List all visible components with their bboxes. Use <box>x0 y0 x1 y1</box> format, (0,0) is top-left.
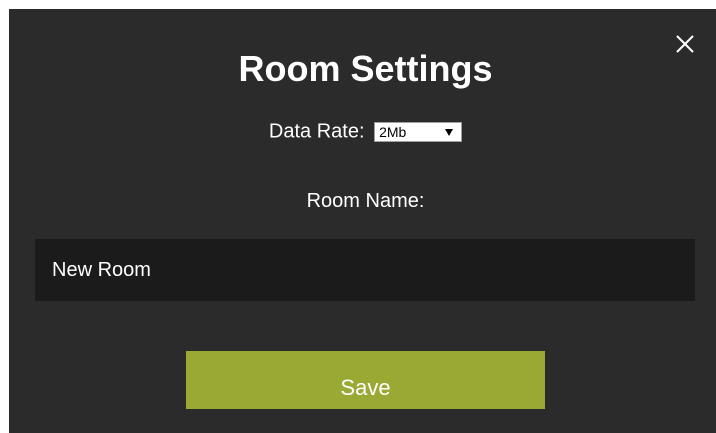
room-settings-dialog: Room Settings Data Rate: 2Mb Room Name: … <box>9 9 716 433</box>
data-rate-label: Data Rate: <box>268 120 365 143</box>
save-button[interactable]: Save <box>186 351 545 409</box>
room-name-label: Room Name: <box>306 190 425 212</box>
data-rate-select[interactable]: 2Mb <box>374 121 463 142</box>
room-name-input[interactable] <box>35 239 695 301</box>
data-rate-row: Data Rate: 2Mb <box>9 117 716 146</box>
dialog-title: Room Settings <box>238 48 493 89</box>
data-rate-selected-value: 2Mb <box>379 123 407 140</box>
triangle-down-icon <box>445 128 454 136</box>
